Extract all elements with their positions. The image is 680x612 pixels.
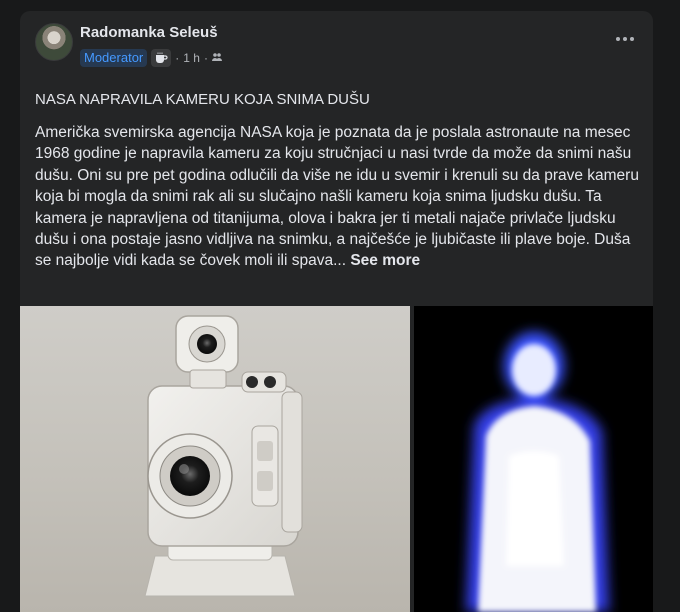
see-more-link[interactable]: See more bbox=[350, 252, 420, 269]
author-name[interactable]: Radomanka Seleuš bbox=[80, 24, 218, 41]
post-card: Radomanka Seleuš Moderator · 1 h · NASA … bbox=[20, 11, 653, 612]
more-options-icon[interactable] bbox=[613, 31, 637, 47]
post-meta: Moderator · 1 h · bbox=[80, 49, 222, 67]
post-title: NASA NAPRAVILA KAMERU KOJA SNIMA DUŠU bbox=[35, 91, 370, 108]
post-body-text: Američka svemirska agencija NASA koja je… bbox=[35, 124, 639, 270]
meta-separator-2: · bbox=[203, 51, 208, 65]
post-image-camera[interactable] bbox=[20, 306, 410, 612]
post-body: Američka svemirska agencija NASA koja je… bbox=[35, 122, 641, 272]
post-time[interactable]: 1 h bbox=[183, 51, 200, 65]
coffee-cup-icon[interactable] bbox=[151, 49, 172, 67]
meta-separator: · bbox=[175, 51, 180, 65]
post-image-aura[interactable] bbox=[414, 306, 653, 612]
author-avatar[interactable] bbox=[35, 23, 73, 61]
group-members-icon bbox=[211, 51, 222, 65]
moderator-badge[interactable]: Moderator bbox=[80, 49, 148, 67]
